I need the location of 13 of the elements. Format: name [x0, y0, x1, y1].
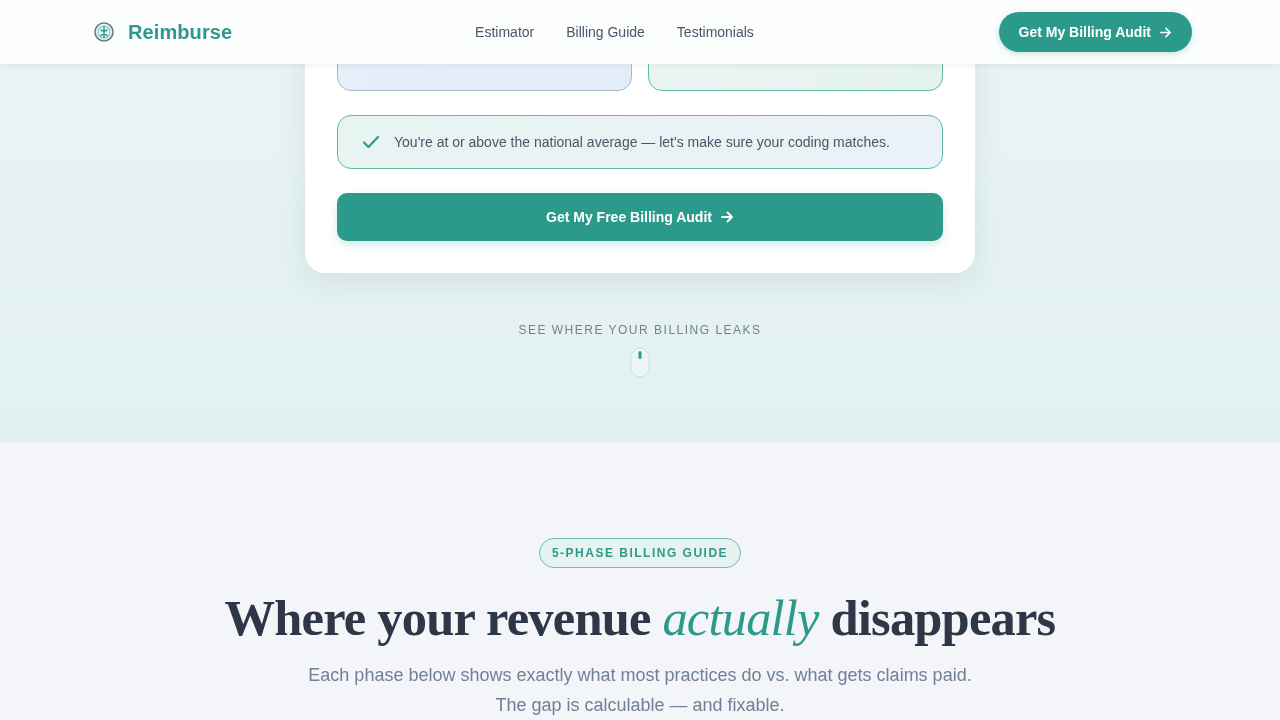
- arrow-right-icon: [1159, 25, 1172, 39]
- nav-link[interactable]: Estimator: [475, 24, 535, 40]
- guide-badge: 5-PHASE BILLING GUIDE: [538, 538, 742, 568]
- nav-link[interactable]: Billing Guide: [566, 24, 645, 40]
- mouse-icon: [630, 347, 650, 378]
- logo-icon[interactable]: [94, 22, 114, 42]
- check-icon: [362, 135, 380, 149]
- arrow-right-icon: [719, 210, 734, 224]
- section-subtitle: Each phase below shows exactly what most practices do vs. what gets claims paid. The gap is calculable — and fixable.: [307, 664, 973, 717]
- nav-link[interactable]: Testimonials: [676, 24, 754, 40]
- scroll-hint: SEE WHERE YOUR BILLING LEAKS: [518, 323, 762, 337]
- notice-text: You're at or above the national average — let's make sure your coding matches.: [394, 133, 890, 152]
- section-heading: Where your revenue actually disappears: [224, 589, 1056, 648]
